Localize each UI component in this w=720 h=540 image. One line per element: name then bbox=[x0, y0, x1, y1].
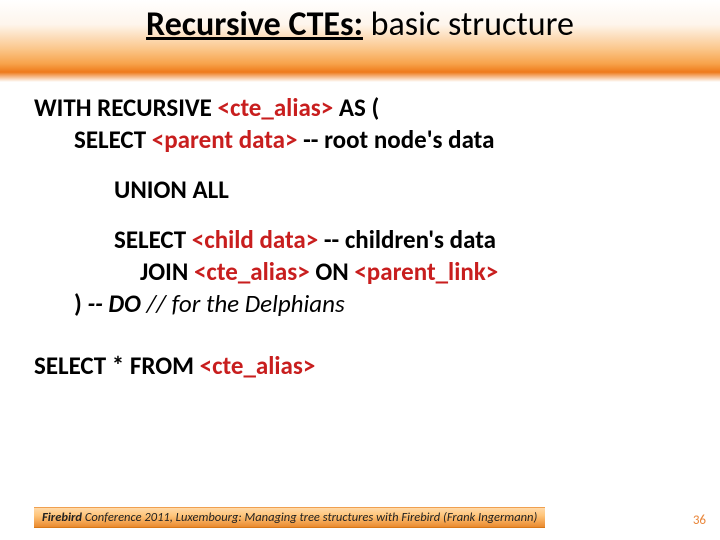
ph-cte-alias: <cte_alias> bbox=[218, 92, 334, 123]
kw-as-open: AS ( bbox=[333, 92, 379, 123]
kw-select-1: SELECT bbox=[74, 124, 152, 155]
slide: Recursive CTEs: basic structure WITH REC… bbox=[0, 0, 720, 540]
comment-root: -- root node's data bbox=[297, 124, 494, 155]
paren-close: ) bbox=[74, 288, 87, 319]
code-line-6: ) -- DO // for the Delphians bbox=[34, 288, 696, 320]
title-band: Recursive CTEs: basic structure bbox=[0, 0, 720, 82]
comment-do: -- DO bbox=[87, 288, 140, 319]
code-line-7: SELECT * FROM <cte_alias> bbox=[34, 350, 696, 382]
title-rest: basic structure bbox=[363, 4, 574, 45]
comment-children: -- children's data bbox=[318, 224, 496, 255]
ph-cte-alias-2: <cte_alias> bbox=[194, 256, 310, 287]
page-number: 36 bbox=[693, 513, 706, 528]
code-line-4: SELECT <child data> -- children's data bbox=[34, 224, 696, 256]
slide-title: Recursive CTEs: basic structure bbox=[146, 4, 574, 45]
code-line-1: WITH RECURSIVE <cte_alias> AS ( bbox=[34, 92, 696, 124]
footer: Firebird Conference 2011, Luxembourg: Ma… bbox=[34, 507, 700, 528]
code-line-5: JOIN <cte_alias> ON <parent_link> bbox=[34, 256, 696, 288]
title-underlined: Recursive CTEs: bbox=[146, 4, 363, 45]
ph-parent-link: <parent_link> bbox=[354, 256, 498, 287]
ph-cte-alias-3: <cte_alias> bbox=[200, 350, 316, 381]
ph-parent-data: <parent data> bbox=[152, 124, 298, 155]
kw-with-recursive: WITH RECURSIVE bbox=[34, 92, 218, 123]
kw-join: JOIN bbox=[140, 256, 194, 287]
kw-select-from: SELECT * FROM bbox=[34, 350, 200, 381]
code-line-2: SELECT <parent data> -- root node's data bbox=[34, 124, 696, 156]
kw-on: ON bbox=[310, 256, 355, 287]
footer-rest: Conference 2011, Luxembourg: Managing tr… bbox=[82, 510, 537, 525]
code-line-3: UNION ALL bbox=[34, 174, 696, 206]
kw-select-2: SELECT bbox=[114, 224, 192, 255]
comment-delphians: // for the Delphians bbox=[141, 288, 345, 319]
footer-brand: Firebird bbox=[42, 510, 82, 525]
footer-bar: Firebird Conference 2011, Luxembourg: Ma… bbox=[34, 507, 545, 528]
slide-body: WITH RECURSIVE <cte_alias> AS ( SELECT <… bbox=[34, 92, 696, 382]
ph-child-data: <child data> bbox=[192, 224, 318, 255]
